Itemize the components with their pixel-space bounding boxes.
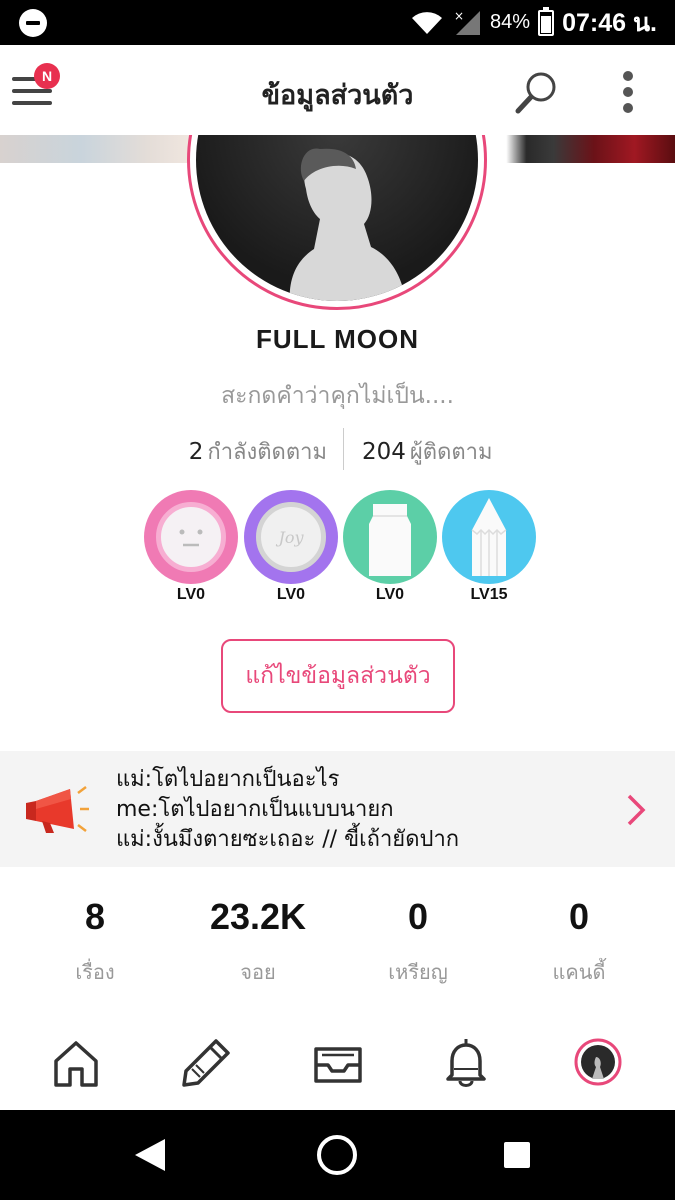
followers-link[interactable]: 204 ผู้ติดตาม — [362, 434, 493, 469]
badge-level: LV0 — [176, 586, 206, 603]
battery-percent: 84% — [490, 11, 531, 33]
recents-icon[interactable] — [504, 1142, 530, 1168]
joy-coin-icon: Joy — [244, 490, 338, 584]
nav-write[interactable] — [178, 1035, 234, 1091]
chevron-right-icon — [627, 794, 646, 826]
follow-stats: 2 กำลังติดตาม 204 ผู้ติดตาม — [0, 428, 675, 470]
do-not-disturb-icon — [19, 9, 47, 37]
nav-inbox[interactable] — [310, 1035, 366, 1091]
announcement-line: แม่:งั้นมึงตายซะเถอะ // ขี้เถ้ายัดปาก — [116, 827, 460, 852]
stat-value: 0 — [407, 896, 429, 937]
more-vert-icon — [623, 71, 633, 81]
wifi-icon — [412, 11, 443, 34]
bottom-nav — [0, 1015, 675, 1110]
back-icon[interactable] — [133, 1137, 167, 1173]
announcement-text: แม่:โตไปอยากเป็นอะไร me:โตไปอยากเป็นแบบน… — [116, 765, 459, 855]
profile-bio: สะกดคำว่าคุกไม่เป็น.... — [221, 383, 454, 409]
battery-icon — [538, 6, 555, 36]
app-header: N ข้อมูลส่วนตัว — [0, 45, 675, 135]
status-bar: × 84% 07:46 น. — [0, 0, 675, 45]
pencil-icon — [442, 490, 536, 584]
stat-candy[interactable]: 0 แคนดี้ — [509, 896, 649, 988]
following-count: 2 — [188, 439, 204, 465]
followers-label: ผู้ติดตาม — [409, 440, 493, 465]
more-vert-icon — [623, 103, 633, 113]
divider — [343, 428, 344, 470]
bag-glyph — [369, 504, 411, 576]
badge-joy-inner: Joy — [256, 502, 326, 572]
system-nav-bar — [0, 1110, 675, 1200]
following-link[interactable]: 2 กำลังติดตาม — [189, 434, 327, 469]
bell-icon — [446, 1039, 486, 1087]
clock: 07:46 น. — [562, 8, 657, 37]
paper-bag-icon — [343, 490, 437, 584]
badge-level: LV0 — [276, 586, 306, 603]
stat-label: แคนดี้ — [552, 960, 606, 984]
svg-text:×: × — [454, 9, 464, 23]
profile-avatar-icon — [574, 1038, 622, 1086]
announcement-line: แม่:โตไปอยากเป็นอะไร — [116, 767, 340, 792]
edit-profile-button[interactable]: แก้ไขข้อมูลส่วนตัว — [221, 639, 455, 713]
nav-notifications[interactable] — [438, 1035, 494, 1091]
inbox-icon — [314, 1047, 362, 1083]
badge-face-inner — [156, 502, 226, 572]
following-label: กำลังติดตาม — [207, 440, 327, 465]
announcement-line: me:โตไปอยากเป็นแบบนายก — [116, 797, 394, 822]
home-icon — [54, 1041, 98, 1087]
nav-profile[interactable] — [572, 1035, 628, 1091]
more-options-button[interactable] — [617, 69, 639, 115]
face-coin-icon — [144, 490, 238, 584]
stat-label: จอย — [240, 960, 276, 984]
more-vert-icon — [623, 87, 633, 97]
followers-count: 204 — [362, 439, 406, 465]
badge-level: LV0 — [375, 586, 405, 603]
stat-value: 23.2K — [209, 896, 307, 937]
stat-label: เหรียญ — [388, 960, 448, 984]
nav-home[interactable] — [48, 1035, 104, 1091]
stat-value: 8 — [84, 896, 106, 937]
announcement-banner[interactable]: แม่:โตไปอยากเป็นอะไร me:โตไปอยากเป็นแบบน… — [0, 751, 675, 867]
face-glyph — [179, 529, 203, 547]
stat-value: 0 — [568, 896, 590, 937]
signal-icon: × — [454, 9, 481, 35]
megaphone-icon — [26, 786, 89, 833]
badge-bag[interactable]: LV0 — [343, 490, 437, 604]
badge-joy[interactable]: Joy LV0 — [244, 490, 338, 604]
write-icon — [182, 1039, 230, 1087]
badge-pencil[interactable]: LV15 — [442, 490, 536, 604]
search-button[interactable] — [512, 69, 560, 117]
stat-joy[interactable]: 23.2K จอย — [188, 896, 328, 988]
stat-coins[interactable]: 0 เหรียญ — [348, 896, 488, 988]
joy-glyph: Joy — [275, 528, 304, 547]
page-title: ข้อมูลส่วนตัว — [261, 80, 414, 111]
stat-stories[interactable]: 8 เรื่อง — [25, 896, 165, 988]
stat-label: เรื่อง — [75, 960, 115, 984]
badge-level: LV15 — [470, 586, 508, 603]
search-icon — [515, 72, 556, 114]
profile-name: FULL MOON — [255, 324, 420, 354]
svg-text:Joy: Joy — [275, 528, 304, 547]
badge-face[interactable]: LV0 — [144, 490, 238, 604]
pencil-glyph — [471, 498, 507, 576]
status-right: × 84% 07:46 น. — [410, 0, 657, 45]
home-system-icon[interactable] — [317, 1135, 357, 1175]
